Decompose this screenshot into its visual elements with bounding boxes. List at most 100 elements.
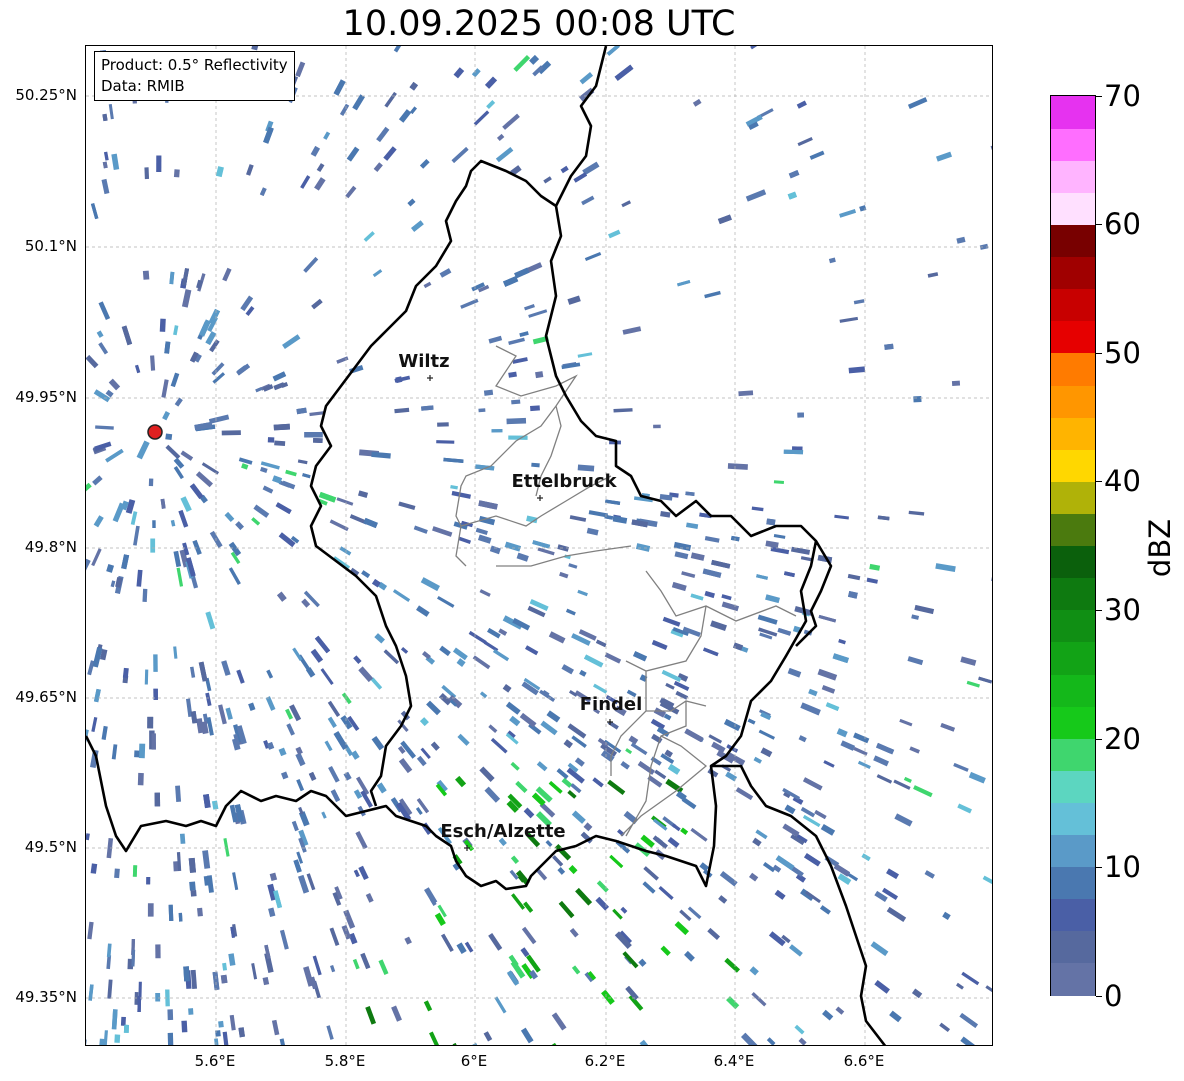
echo-cell bbox=[583, 654, 604, 668]
echo-cell bbox=[642, 881, 656, 894]
echo-cell bbox=[188, 857, 196, 873]
lon-label: 6.6°E bbox=[843, 1052, 885, 1070]
echo-cell bbox=[486, 100, 496, 110]
echo-cell bbox=[345, 185, 357, 199]
echo-cell bbox=[90, 863, 98, 874]
echo-cell bbox=[357, 490, 369, 498]
colorbar-cell bbox=[1051, 962, 1095, 996]
echo-cell bbox=[939, 1022, 951, 1033]
echo-cell bbox=[721, 601, 740, 612]
echo-cell bbox=[903, 776, 912, 783]
echo-cell bbox=[819, 905, 831, 915]
echo-cell bbox=[621, 200, 632, 208]
colorbar-tick-label: 60 bbox=[1104, 207, 1141, 241]
echo-cell bbox=[421, 405, 434, 411]
echo-cell bbox=[473, 110, 490, 126]
echo-cell bbox=[978, 676, 992, 684]
echo-cell bbox=[535, 371, 544, 379]
echo-cell bbox=[162, 411, 171, 421]
echo-cell bbox=[452, 1042, 461, 1045]
echo-cell bbox=[528, 309, 548, 318]
echo-cell bbox=[570, 783, 582, 794]
echo-cell bbox=[262, 485, 274, 494]
radar-site-marker bbox=[147, 424, 163, 440]
echo-cell bbox=[275, 502, 292, 515]
echo-cell bbox=[968, 771, 986, 784]
echo-cell bbox=[532, 540, 551, 549]
lon-label: 6.4°E bbox=[713, 1052, 755, 1070]
echo-cell bbox=[504, 541, 522, 552]
echo-cell bbox=[190, 969, 198, 990]
echo-cell bbox=[755, 829, 768, 840]
echo-cell bbox=[228, 567, 241, 585]
echo-cell bbox=[134, 750, 140, 758]
echo-cell bbox=[455, 775, 467, 788]
echo-cell bbox=[376, 782, 387, 794]
echo-cell bbox=[373, 162, 383, 172]
echo-cell bbox=[568, 563, 578, 569]
echo-cell bbox=[788, 170, 800, 179]
echo-cell bbox=[189, 666, 196, 678]
echo-cell bbox=[817, 668, 838, 681]
echo-cell bbox=[330, 964, 336, 973]
echo-cell bbox=[782, 823, 800, 837]
echo-cell bbox=[772, 864, 782, 873]
echo-cell bbox=[613, 408, 633, 413]
echo-cell bbox=[95, 425, 114, 430]
echo-cell bbox=[560, 165, 569, 174]
echo-cell bbox=[361, 570, 371, 579]
echo-cell bbox=[110, 580, 116, 588]
echo-cell bbox=[280, 771, 289, 780]
echo-cell bbox=[766, 518, 776, 526]
echo-cell bbox=[300, 175, 311, 189]
echo-cell bbox=[316, 163, 325, 173]
echo-cell bbox=[745, 189, 767, 202]
lat-label: 49.8°N bbox=[24, 538, 77, 556]
echo-cell bbox=[121, 325, 133, 346]
echo-cell bbox=[703, 647, 719, 657]
echo-cell bbox=[487, 627, 501, 639]
echo-cell bbox=[151, 733, 156, 750]
echo-cell bbox=[93, 688, 101, 703]
echo-cell bbox=[189, 881, 196, 891]
echo-cell bbox=[511, 399, 521, 405]
echo-cell bbox=[98, 301, 111, 321]
echo-cell bbox=[640, 834, 655, 848]
echo-cell bbox=[182, 268, 190, 286]
colorbar-tick bbox=[1096, 739, 1102, 740]
colorbar-cell bbox=[1051, 352, 1095, 386]
echo-cell bbox=[238, 457, 253, 465]
echo-cell bbox=[178, 509, 189, 528]
echo-cell bbox=[574, 757, 585, 767]
echo-cell bbox=[630, 742, 648, 756]
radar-map[interactable] bbox=[85, 45, 993, 1046]
echo-cell bbox=[753, 756, 762, 764]
echo-cell bbox=[735, 787, 754, 801]
colorbar-tick-label: 50 bbox=[1104, 336, 1141, 370]
colorbar-cell bbox=[1051, 384, 1095, 418]
echo-cell bbox=[876, 742, 895, 755]
echo-cell bbox=[870, 941, 889, 957]
echo-cell bbox=[393, 46, 402, 53]
echo-cell bbox=[203, 794, 211, 809]
echo-cell bbox=[789, 944, 803, 957]
echo-cell bbox=[536, 761, 548, 772]
echo-cell bbox=[246, 164, 254, 176]
echo-cell bbox=[222, 962, 228, 971]
echo-cell bbox=[229, 1014, 236, 1031]
echo-cell bbox=[477, 534, 492, 544]
echo-cell bbox=[355, 831, 368, 850]
echo-cell bbox=[520, 947, 530, 958]
echo-cell bbox=[114, 868, 120, 879]
echo-cell bbox=[159, 318, 166, 332]
echo-cell bbox=[327, 716, 337, 728]
echo-cell bbox=[133, 525, 140, 546]
echo-cell bbox=[223, 838, 230, 857]
echo-cell bbox=[363, 231, 375, 242]
echo-cell bbox=[956, 236, 966, 244]
echo-cell bbox=[692, 98, 702, 107]
echo-cell bbox=[272, 371, 287, 382]
echo-cell bbox=[853, 732, 870, 744]
echo-cell bbox=[167, 1032, 174, 1045]
echo-cell bbox=[161, 379, 169, 398]
